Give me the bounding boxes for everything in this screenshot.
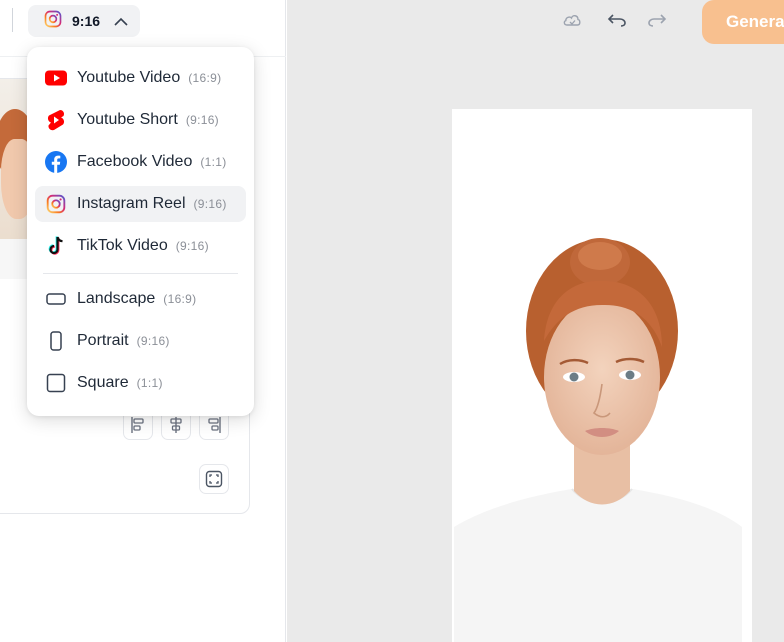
landscape-icon bbox=[45, 288, 67, 310]
dropdown-item-youtube-video[interactable]: Youtube Video (16:9) bbox=[35, 60, 246, 96]
dropdown-item-square[interactable]: Square (1:1) bbox=[35, 365, 246, 401]
facebook-icon bbox=[45, 151, 67, 173]
square-icon bbox=[45, 372, 67, 394]
chevron-up-icon bbox=[114, 15, 128, 27]
dropdown-item-label: Square bbox=[77, 374, 129, 391]
selected-ratio-label: 9:16 bbox=[72, 13, 101, 29]
dropdown-item-landscape[interactable]: Landscape (16:9) bbox=[35, 281, 246, 317]
dropdown-item-ratio: (9:16) bbox=[193, 197, 227, 211]
preview-area: Genera bbox=[287, 0, 784, 642]
dropdown-item-ratio: (9:16) bbox=[136, 334, 170, 348]
redo-button[interactable] bbox=[645, 8, 669, 32]
expand-icon bbox=[205, 470, 223, 488]
dropdown-item-youtube-short[interactable]: Youtube Short (9:16) bbox=[35, 102, 246, 138]
instagram-icon bbox=[45, 193, 67, 215]
dropdown-item-label: Facebook Video bbox=[77, 153, 193, 170]
cloud-save-button[interactable] bbox=[560, 8, 584, 32]
align-right-icon bbox=[208, 417, 221, 433]
youtube-icon bbox=[45, 67, 67, 89]
dropdown-item-facebook-video[interactable]: Facebook Video (1:1) bbox=[35, 144, 246, 180]
dropdown-item-label: Youtube Video bbox=[77, 69, 181, 86]
dropdown-item-ratio: (9:16) bbox=[185, 113, 219, 127]
video-canvas[interactable] bbox=[452, 109, 752, 642]
dropdown-item-tiktok-video[interactable]: TikTok Video (9:16) bbox=[35, 228, 246, 264]
toolbar-divider bbox=[12, 8, 13, 32]
youtube-shorts-icon bbox=[45, 109, 67, 131]
dropdown-item-ratio: (16:9) bbox=[163, 292, 197, 306]
fit-to-frame-button[interactable] bbox=[199, 464, 229, 494]
dropdown-item-ratio: (16:9) bbox=[188, 71, 222, 85]
undo-icon bbox=[607, 14, 626, 27]
dropdown-item-label: Portrait bbox=[77, 332, 129, 349]
portrait-icon bbox=[45, 330, 67, 352]
dropdown-item-label: Instagram Reel bbox=[77, 195, 186, 212]
dropdown-item-ratio: (9:16) bbox=[175, 239, 209, 253]
instagram-icon bbox=[44, 10, 62, 33]
dropdown-item-label: Landscape bbox=[77, 290, 156, 307]
align-center-icon bbox=[170, 417, 182, 433]
dropdown-item-instagram-reel[interactable]: Instagram Reel (9:16) bbox=[35, 186, 246, 222]
dropdown-item-label: Youtube Short bbox=[77, 111, 178, 128]
aspect-ratio-select[interactable]: 9:16 bbox=[28, 5, 140, 37]
portrait-image bbox=[454, 238, 742, 642]
dropdown-item-portrait[interactable]: Portrait (9:16) bbox=[35, 323, 246, 359]
align-left-icon bbox=[131, 417, 144, 433]
dropdown-item-label: TikTok Video bbox=[77, 237, 168, 254]
dropdown-item-ratio: (1:1) bbox=[200, 155, 227, 169]
generate-button[interactable]: Genera bbox=[702, 0, 784, 44]
image-thumbnail[interactable] bbox=[0, 79, 29, 279]
undo-button[interactable] bbox=[605, 8, 629, 32]
dropdown-separator bbox=[43, 273, 238, 274]
aspect-ratio-dropdown: Youtube Video (16:9) Youtube Short (9:16… bbox=[27, 47, 254, 416]
dropdown-item-ratio: (1:1) bbox=[136, 376, 163, 390]
tiktok-icon bbox=[45, 235, 67, 257]
redo-icon bbox=[648, 14, 667, 27]
cloud-icon bbox=[563, 15, 581, 26]
